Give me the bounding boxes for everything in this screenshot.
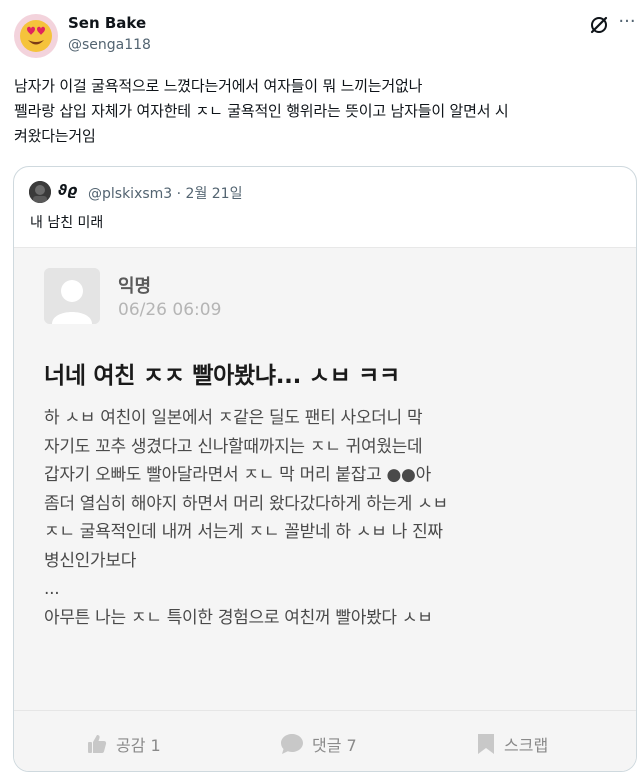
author-handle[interactable]: @senga118	[68, 37, 151, 53]
post-body-line: 자기도 꼬추 생겼다고 신나할때까지는 ㅈㄴ 귀여웠는데	[44, 436, 423, 457]
quote-author-meta: @plskixsm3 · 2월 21일	[88, 186, 243, 202]
quoted-screenshot-image[interactable]: 익명 06/26 06:09 너네 여친 ㅈㅈ 빨아봤냐... ㅅㅂ ㅋㅋ 하 …	[14, 247, 636, 771]
tweet-line: 남자가 이걸 굴욕적으로 느꼈다는거에서 여자들이 뭐 느끼는거없나	[14, 77, 423, 95]
quote-text: 내 남친 미래	[30, 215, 104, 231]
bookmark-icon	[478, 734, 494, 754]
tweet-line: 펠라랑 삽입 자체가 여자한테 ㅈㄴ 굴욕적인 행위라는 뜻이고 남자들이 알면…	[14, 102, 509, 120]
post-body-line: 갑자기 오빠도 빨아달라면서 ㅈㄴ 막 머리 붙잡고 ●●아	[44, 465, 431, 485]
author-display-name[interactable]: Sen Bake	[68, 14, 146, 32]
post-body-line: 병신인가보다	[44, 550, 137, 571]
post-body-line: ㅈㄴ 굴욕적인데 내꺼 서는게 ㅈㄴ 꼴받네 하 ㅅㅂ 나 진짜	[44, 522, 443, 542]
comment-bubble-icon	[281, 734, 303, 754]
post-body-line: 아무튼 나는 ㅈㄴ 특이한 경험으로 여친꺼 빨아봤다 ㅅㅂ	[44, 607, 433, 628]
like-count-label: 공감 1	[116, 736, 161, 755]
comment-count-label: 댓글 7	[312, 736, 357, 755]
tweet-line: 켜왔다는거임	[14, 127, 96, 145]
comment-button[interactable]: 댓글 7	[280, 731, 357, 757]
default-user-icon	[44, 268, 100, 324]
heart-eyes-emoji-icon	[20, 20, 52, 52]
quote-tweet-card[interactable]: ϑϱ @plskixsm3 · 2월 21일 내 남친 미래 익명 06/26 …	[13, 166, 637, 772]
post-timestamp: 06/26 06:09	[118, 300, 222, 320]
author-avatar[interactable]	[14, 14, 58, 58]
post-body-line: 좀더 열심히 해야지 하면서 머리 왔다갔다하게 하는게 ㅅㅂ	[44, 493, 448, 514]
post-body-line: ...	[44, 579, 60, 599]
more-icon[interactable]: ···	[616, 13, 638, 36]
dark-avatar-icon	[29, 181, 51, 203]
post-footer: 공감 1 댓글 7 스크랩	[14, 710, 636, 771]
post-author-name: 익명	[118, 276, 152, 297]
scrap-button[interactable]: 스크랩	[476, 731, 548, 757]
thumbs-up-icon	[88, 735, 107, 753]
post-body-line: 하 ㅅㅂ 여친이 일본에서 ㅈ같은 딜도 팬티 사오더니 막	[44, 408, 423, 428]
quote-author-name[interactable]: ϑϱ	[58, 183, 77, 199]
like-button[interactable]: 공감 1	[86, 731, 161, 757]
post-title: 너네 여친 ㅈㅈ 빨아봤냐... ㅅㅂ ㅋㅋ	[44, 363, 400, 389]
post-body: 하 ㅅㅂ 여친이 일본에서 ㅈ같은 딜도 팬티 사오더니 막 자기도 꼬추 생겼…	[44, 404, 614, 632]
anonymous-avatar	[44, 268, 100, 324]
grok-icon[interactable]	[588, 14, 610, 36]
tweet-text: 남자가 이걸 굴욕적으로 느꼈다는거에서 여자들이 뭐 느끼는거없나 펠라랑 삽…	[14, 74, 630, 149]
quote-author-avatar[interactable]	[29, 181, 51, 203]
scrap-label: 스크랩	[504, 736, 549, 755]
